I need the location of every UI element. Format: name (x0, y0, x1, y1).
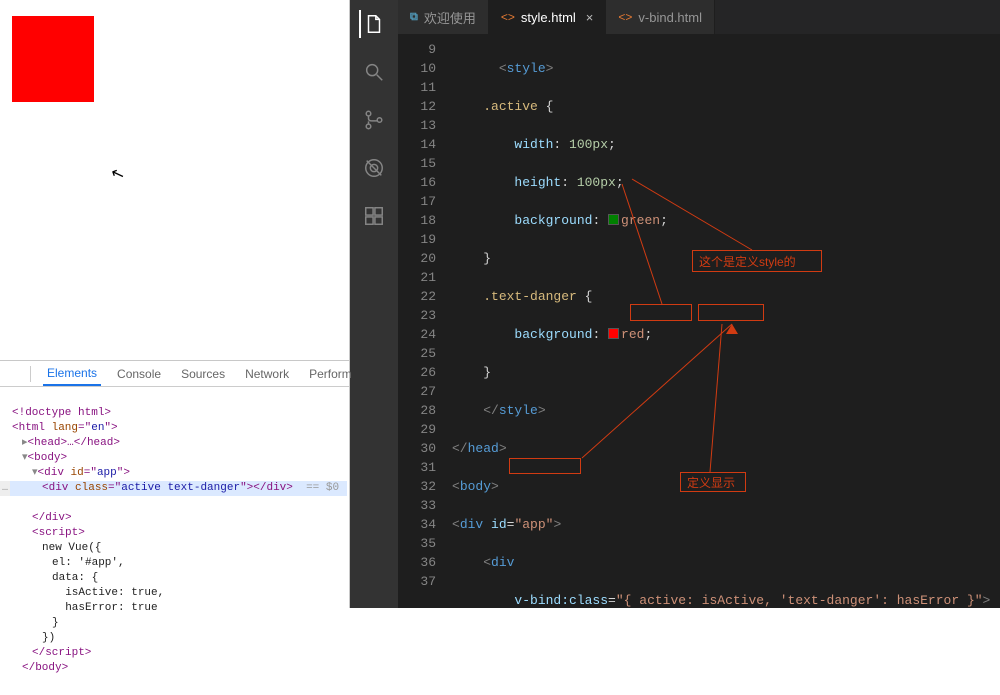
devtools-tab-sources[interactable]: Sources (177, 363, 229, 385)
activity-bar (350, 0, 398, 608)
devtools-tab-performance[interactable]: Perform (305, 363, 356, 385)
vscode-icon: ⧉ (410, 11, 418, 24)
annotation-box-isactive-bind (698, 304, 764, 321)
editor-area: ⧉ 欢迎使用 <> style.html × <> v-bind.html 91… (398, 0, 1000, 608)
tab-label: 欢迎使用 (424, 8, 476, 27)
annotation-box-isactive-data (509, 458, 581, 474)
tab-label: v-bind.html (638, 10, 702, 25)
close-icon[interactable]: × (582, 10, 594, 25)
line-number-gutter: 9101112131415161718192021222324252627282… (398, 34, 452, 608)
devtools-tab-console[interactable]: Console (113, 363, 165, 385)
rendered-div (12, 16, 94, 102)
devtools-tabbar: Elements Console Sources Network Perform (0, 361, 349, 387)
annotation-box-active (630, 304, 692, 321)
editor-tabs: ⧉ 欢迎使用 <> style.html × <> v-bind.html (398, 0, 1000, 34)
browser-pane: ↖ Elements Console Sources Network Perfo… (0, 0, 350, 608)
page-preview: ↖ (0, 0, 349, 360)
tab-welcome[interactable]: ⧉ 欢迎使用 (398, 0, 489, 34)
search-icon[interactable] (360, 58, 388, 86)
code-editor[interactable]: 9101112131415161718192021222324252627282… (398, 34, 1000, 608)
color-swatch-icon (608, 214, 619, 225)
tab-vbind-html[interactable]: <> v-bind.html (606, 0, 715, 34)
selected-node[interactable]: …<div class="active text-danger"></div> … (2, 481, 347, 496)
color-swatch-icon (608, 328, 619, 339)
code-content[interactable]: <style> .active { width: 100px; height: … (452, 34, 1000, 608)
html-file-icon: <> (618, 10, 632, 24)
tab-label: style.html (521, 10, 576, 25)
explorer-icon[interactable] (359, 10, 387, 38)
html-file-icon: <> (501, 10, 515, 24)
vscode-pane: ⧉ 欢迎使用 <> style.html × <> v-bind.html 91… (350, 0, 1000, 608)
debug-icon[interactable] (360, 154, 388, 182)
tab-style-html[interactable]: <> style.html × (489, 0, 607, 34)
devtools-tab-network[interactable]: Network (241, 363, 293, 385)
devtools-dom-tree[interactable]: <!doctype html> <html lang="en"> ▸<head>… (0, 387, 349, 695)
mouse-cursor-icon: ↖ (108, 162, 127, 185)
devtools-tab-elements[interactable]: Elements (43, 362, 101, 386)
extensions-icon[interactable] (360, 202, 388, 230)
source-control-icon[interactable] (360, 106, 388, 134)
devtools-panel: Elements Console Sources Network Perform… (0, 360, 349, 695)
